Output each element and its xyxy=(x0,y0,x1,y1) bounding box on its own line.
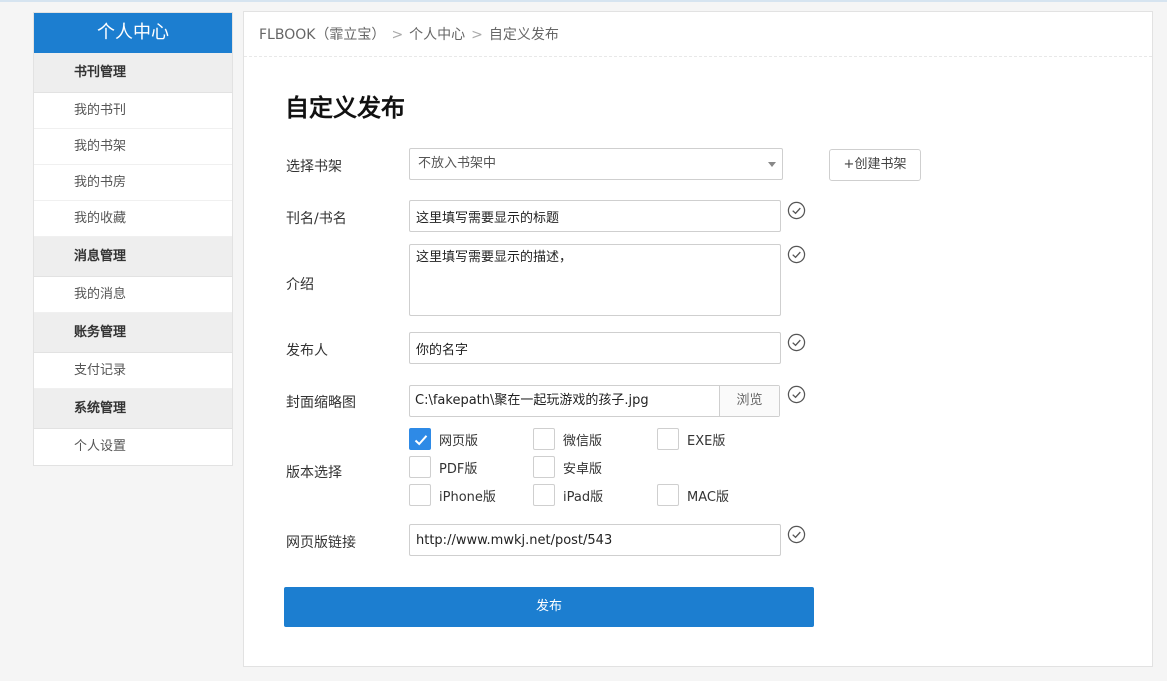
sidebar-item-my-favorites[interactable]: 我的收藏 xyxy=(34,201,232,237)
top-accent-line xyxy=(0,0,1167,2)
sidebar-item-my-messages[interactable]: 我的消息 xyxy=(34,277,232,313)
version-checkbox-android[interactable]: 安卓版 xyxy=(533,456,602,478)
browse-button[interactable]: 浏览 xyxy=(719,386,779,416)
version-checkbox-iphone[interactable]: iPhone版 xyxy=(409,484,496,506)
checkbox-icon xyxy=(409,456,431,478)
breadcrumb-separator: > xyxy=(391,27,404,43)
version-label: 微信版 xyxy=(563,433,603,449)
web-link-input[interactable] xyxy=(409,524,781,556)
check-circle-icon xyxy=(787,245,806,264)
breadcrumb-personal-center[interactable]: 个人中心 xyxy=(409,27,465,43)
title-label: 刊名/书名 xyxy=(286,211,347,227)
publisher-input[interactable] xyxy=(409,332,781,364)
sidebar: 个人中心 书刊管理 我的书刊 我的书架 我的书房 我的收藏 消息管理 我的消息 … xyxy=(33,12,233,466)
create-bookshelf-button[interactable]: +创建书架 xyxy=(829,149,921,181)
version-checkbox-pdf[interactable]: PDF版 xyxy=(409,456,477,478)
sidebar-item-my-study[interactable]: 我的书房 xyxy=(34,165,232,201)
version-checkbox-exe[interactable]: EXE版 xyxy=(657,428,725,450)
checkbox-icon xyxy=(533,428,555,450)
publish-button[interactable]: 发布 xyxy=(284,587,814,627)
version-label: iPhone版 xyxy=(439,489,496,505)
bookshelf-select-value: 不放入书架中 xyxy=(418,156,497,171)
version-checkbox-mac[interactable]: MAC版 xyxy=(657,484,729,506)
title-input[interactable] xyxy=(409,200,781,232)
sidebar-group-messages[interactable]: 消息管理 xyxy=(34,237,232,277)
bookshelf-label: 选择书架 xyxy=(286,159,342,175)
checkbox-icon xyxy=(533,456,555,478)
sidebar-item-my-books[interactable]: 我的书刊 xyxy=(34,93,232,129)
check-circle-icon xyxy=(787,333,806,352)
sidebar-group-accounts[interactable]: 账务管理 xyxy=(34,313,232,353)
version-label: 安卓版 xyxy=(563,461,603,477)
versions-label: 版本选择 xyxy=(286,465,342,481)
check-circle-icon xyxy=(787,525,806,544)
version-checkbox-wechat[interactable]: 微信版 xyxy=(533,428,602,450)
breadcrumb-separator: > xyxy=(471,27,483,43)
sidebar-title: 个人中心 xyxy=(34,13,232,53)
checkbox-icon xyxy=(409,484,431,506)
version-label: 网页版 xyxy=(439,433,479,449)
version-label: EXE版 xyxy=(687,433,726,449)
checkbox-icon xyxy=(533,484,555,506)
chevron-down-icon xyxy=(768,162,776,167)
breadcrumb-current: 自定义发布 xyxy=(488,27,559,43)
publisher-label: 发布人 xyxy=(286,343,328,359)
main-panel: FLBOOK（霏立宝） > 个人中心 > 自定义发布 自定义发布 选择书架 不放入书架中… xyxy=(243,11,1153,667)
cover-file-input[interactable]: C:\fakepath\聚在一起玩游戏的孩子.jpg 浏览 xyxy=(409,385,780,417)
page-title: 自定义发布 xyxy=(285,94,405,122)
checkbox-icon xyxy=(657,484,679,506)
sidebar-item-personal-settings[interactable]: 个人设置 xyxy=(34,429,232,465)
version-checkbox-ipad[interactable]: iPad版 xyxy=(533,484,603,506)
intro-textarea[interactable]: 这里填写需要显示的描述， xyxy=(409,244,781,316)
version-checkbox-web[interactable]: 网页版 xyxy=(409,428,478,450)
cover-file-path: C:\fakepath\聚在一起玩游戏的孩子.jpg xyxy=(415,393,649,408)
checkbox-checked-icon xyxy=(409,428,431,450)
version-label: iPad版 xyxy=(563,489,604,505)
sidebar-item-payment-records[interactable]: 支付记录 xyxy=(34,353,232,389)
check-circle-icon xyxy=(787,385,806,404)
version-label: MAC版 xyxy=(687,489,729,505)
web-link-label: 网页版链接 xyxy=(286,535,356,551)
bookshelf-select[interactable]: 不放入书架中 xyxy=(409,148,783,180)
breadcrumb: FLBOOK（霏立宝） > 个人中心 > 自定义发布 xyxy=(244,12,1152,57)
check-circle-icon xyxy=(787,201,806,220)
version-label: PDF版 xyxy=(439,461,478,477)
checkbox-icon xyxy=(657,428,679,450)
breadcrumb-site[interactable]: FLBOOK（霏立宝） xyxy=(259,27,385,43)
sidebar-item-my-bookshelf[interactable]: 我的书架 xyxy=(34,129,232,165)
cover-label: 封面缩略图 xyxy=(286,395,356,411)
sidebar-group-books[interactable]: 书刊管理 xyxy=(34,53,232,93)
sidebar-group-system[interactable]: 系统管理 xyxy=(34,389,232,429)
intro-label: 介绍 xyxy=(286,277,314,293)
